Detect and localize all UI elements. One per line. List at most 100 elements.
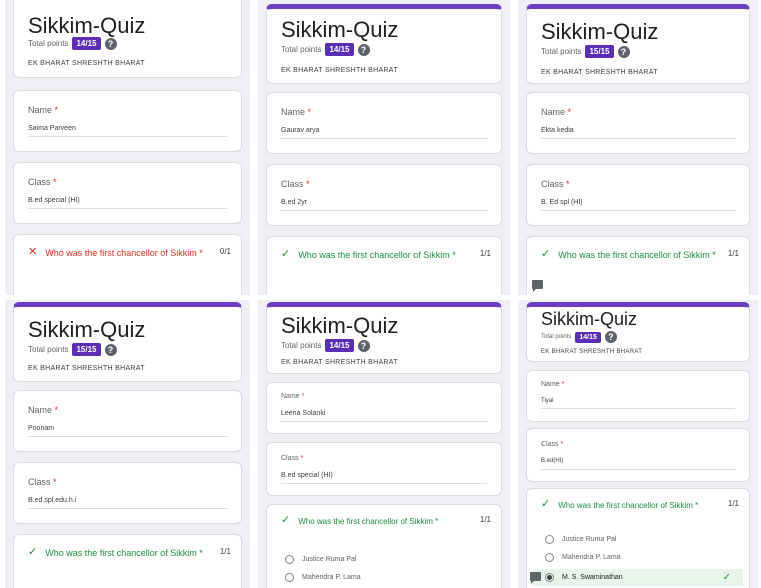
help-icon[interactable]: ? [357,339,370,352]
quiz-title: Sikkim-Quiz [281,313,399,338]
class-card: Class * B.ed 2yr [266,164,502,226]
class-card: Class * B.ed.spl.edu.h.i [13,462,242,524]
header-card: Sikkim-Quiz Total points 14/15 ? EK BHAR… [266,302,502,374]
name-value: Gaurav arya [281,127,320,134]
name-label: Name [28,405,53,415]
total-points-label: Total points [281,45,322,54]
class-label: Class [541,441,559,448]
name-value: Saima Parveen [28,125,76,132]
help-icon[interactable]: ? [604,331,617,343]
response-panel-6: Sikkim-Quiz Total points 14/15 ? EK BHAR… [518,300,758,588]
header-card: Sikkim-Quiz Total points 15/15 ? EK BHAR… [526,4,750,84]
radio-button[interactable] [285,555,294,564]
question-card: ✓ Who was the first chancellor of Sikkim… [266,504,502,588]
name-card: Name * Poonam [13,390,242,452]
quiz-title: Sikkim-Quiz [28,13,146,38]
quiz-subtitle: EK BHARAT SHRESHTH BHARAT [28,365,145,372]
score-badge: 15/15 [585,45,614,58]
total-points-label: Total points [281,341,322,350]
class-label: Class [281,455,299,462]
quiz-subtitle: EK BHARAT SHRESHTH BHARAT [281,67,398,74]
correct-icon: ✓ [28,546,38,558]
radio-button[interactable] [545,535,554,544]
quiz-title: Sikkim-Quiz [541,309,638,329]
name-value: Poonam [28,425,55,432]
response-panel-3: Sikkim-Quiz Total points 15/15 ? EK BHAR… [518,0,758,295]
question-text: Who was the first chancellor of Sikkim * [45,248,203,258]
help-icon[interactable]: ? [357,43,370,56]
response-panel-2: Sikkim-Quiz Total points 14/15 ? EK BHAR… [258,0,510,295]
total-points-label: Total points [541,334,572,340]
feedback-icon[interactable] [530,572,541,584]
response-panel-1: Sikkim-Quiz Total points 14/15 ? EK BHAR… [5,0,250,295]
class-card: Class * B.ed special (HI) [266,442,502,496]
correct-icon: ✓ [281,514,291,526]
help-icon[interactable]: ? [104,343,117,356]
answer-option[interactable]: Justice Ruma Pal [285,555,356,564]
question-text: Who was the first chancellor of Sikkim * [558,250,716,260]
class-value: B.ed special (HI) [28,197,80,204]
question-text: Who was the first chancellor of Sikkim * [298,250,456,260]
score-badge: 14/15 [575,331,601,343]
help-icon[interactable]: ? [617,45,630,58]
answer-option[interactable]: Mahendra P. Lama [285,573,361,582]
answer-option-selected[interactable]: M. S. Swaminathan ✓ [533,569,743,586]
class-card: Class * B.ed special (HI) [13,162,242,224]
name-card: Name * Saima Parveen [13,90,242,152]
name-value: Tiyal [541,398,554,404]
name-label: Name [541,381,560,388]
class-label: Class [28,177,51,187]
class-card: Class * B.ed(HI) [526,428,750,482]
header-card: Sikkim-Quiz Total points 14/15 ? EK BHAR… [526,302,750,362]
radio-button[interactable] [285,573,294,582]
header-card: Sikkim-Quiz Total points 15/15 ? EK BHAR… [13,302,242,382]
class-value: B.ed special (HI) [281,472,333,479]
answer-option[interactable]: Justice Ruma Pal [545,535,616,544]
question-card: ✕ Who was the first chancellor of Sikkim… [13,234,242,295]
quiz-subtitle: EK BHARAT SHRESHTH BHARAT [281,359,398,366]
header-card: Sikkim-Quiz Total points 14/15 ? EK BHAR… [13,0,242,78]
class-label: Class [541,179,564,189]
quiz-subtitle: EK BHARAT SHRESHTH BHARAT [28,60,145,67]
question-score: 1/1 [219,547,231,556]
name-value: Ekta kedia [541,127,574,134]
question-text: Who was the first chancellor of Sikkim * [45,548,203,558]
class-value: B. Ed spl (HI) [541,199,583,206]
score-badge: 14/15 [72,37,101,50]
correct-answer-icon: ✓ [722,572,731,583]
score-badge: 14/15 [325,43,354,56]
class-label: Class [28,477,51,487]
name-card: Name * Leena Solanki [266,382,502,434]
radio-button[interactable] [545,553,554,562]
total-points-label: Total points [541,47,582,56]
question-card: ✓ Who was the first chancellor of Sikkim… [526,236,750,295]
question-score: 1/1 [727,249,739,258]
quiz-title: Sikkim-Quiz [541,19,659,44]
question-card: ✓ Who was the first chancellor of Sikkim… [13,534,242,588]
name-card: Name * Ekta kedia [526,92,750,154]
name-label: Name [541,107,566,117]
feedback-icon[interactable] [532,280,543,292]
response-panel-4: Sikkim-Quiz Total points 15/15 ? EK BHAR… [5,300,250,588]
response-panel-5: Sikkim-Quiz Total points 14/15 ? EK BHAR… [258,300,510,588]
name-value: Leena Solanki [281,410,326,417]
score-badge: 15/15 [72,343,101,356]
answer-option[interactable]: Mahendra P. Lama [545,553,621,562]
help-icon[interactable]: ? [104,37,117,50]
name-label: Name [281,393,300,400]
radio-button-selected[interactable] [545,573,554,582]
incorrect-icon: ✕ [28,246,38,258]
question-score: 1/1 [479,249,491,258]
quiz-title: Sikkim-Quiz [28,317,146,342]
question-card: ✓ Who was the first chancellor of Sikkim… [266,236,502,295]
class-value: B.ed.spl.edu.h.i [28,497,77,504]
question-card: ✓ Who was the first chancellor of Sikkim… [526,488,750,588]
question-text: Who was the first chancellor of Sikkim * [298,517,439,526]
correct-icon: ✓ [541,498,551,510]
score-badge: 14/15 [325,339,354,352]
class-card: Class * B. Ed spl (HI) [526,164,750,226]
quiz-subtitle: EK BHARAT SHRESHTH BHARAT [541,349,643,355]
total-points-label: Total points [28,39,69,48]
question-score: 0/1 [219,247,231,256]
class-label: Class [281,179,304,189]
